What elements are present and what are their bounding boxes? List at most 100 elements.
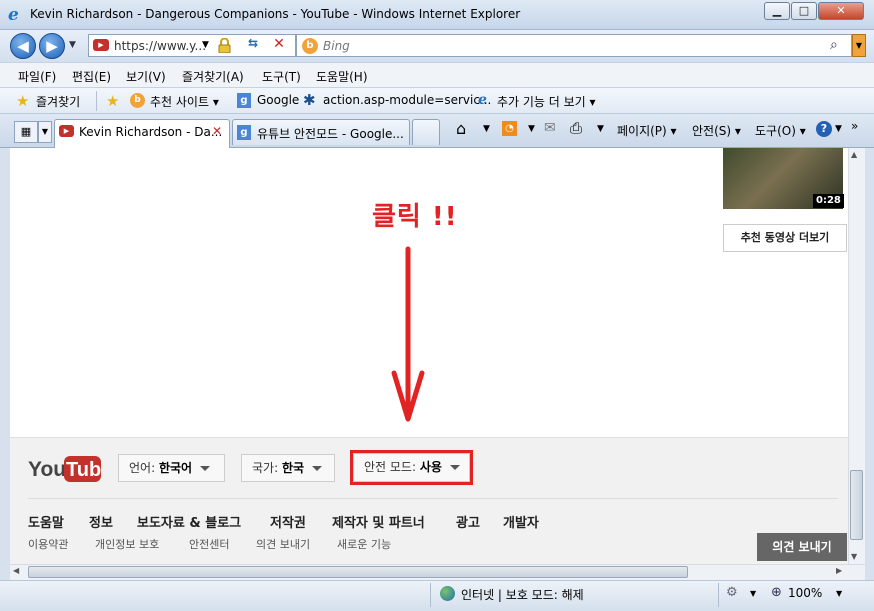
footer-link-developers[interactable]: 개발자: [503, 512, 539, 531]
security-dropdown-icon[interactable]: ▼: [750, 589, 756, 598]
language-dropdown[interactable]: 언어: 한국어: [118, 454, 225, 482]
search-options-icon[interactable]: ▼: [852, 34, 866, 57]
lock-icon[interactable]: [218, 38, 231, 53]
footer-link-advertising[interactable]: 광고: [456, 512, 480, 531]
menu-tools[interactable]: 도구(T): [262, 68, 301, 85]
google-favicon-icon: g: [237, 93, 251, 108]
quick-tabs-icon[interactable]: ▦: [14, 121, 38, 143]
vertical-scroll-thumb[interactable]: [850, 470, 863, 540]
zoom-icon[interactable]: ⊕: [771, 585, 782, 600]
compatibility-view-icon[interactable]: ⇆: [242, 36, 264, 55]
suggested-sites-icon: b: [130, 93, 145, 108]
window-frame-right: [865, 148, 874, 580]
google-link[interactable]: Google: [257, 93, 299, 107]
footer-divider: [28, 498, 838, 499]
footer-link-terms[interactable]: 이용약관: [28, 536, 68, 552]
status-bar: [0, 580, 874, 611]
action-link[interactable]: action.asp-module=servic...: [323, 93, 491, 107]
safety-menu[interactable]: 안전(S) ▾: [692, 122, 741, 139]
footer-link-whats-new[interactable]: 새로운 기능: [337, 536, 391, 552]
address-dropdown-icon[interactable]: ▼: [202, 40, 209, 50]
footer-link-feedback[interactable]: 의견 보내기: [256, 536, 310, 552]
tab-youtube-label: Kevin Richardson - Da...: [79, 125, 223, 139]
status-divider: [430, 583, 431, 607]
print-icon[interactable]: ⎙: [570, 119, 582, 137]
tools-menu[interactable]: 도구(O) ▾: [755, 122, 806, 139]
scroll-up-icon[interactable]: ▲: [851, 150, 857, 159]
tab-google[interactable]: 유튜브 안전모드 - Google...: [232, 119, 410, 145]
zoom-dropdown-icon[interactable]: ▼: [836, 589, 842, 598]
feedback-button[interactable]: 의견 보내기: [757, 533, 847, 561]
annotation-label: 클릭 !!: [372, 202, 458, 232]
home-dropdown-icon[interactable]: ▼: [483, 124, 490, 134]
annotation-highlight-box: [350, 450, 473, 485]
footer-link-press-blog[interactable]: 보도자료 & 블로그: [137, 512, 241, 531]
status-divider: [718, 583, 719, 607]
menu-favorites[interactable]: 즐겨찾기(A): [182, 68, 244, 85]
close-button[interactable]: ✕: [818, 2, 864, 20]
help-icon[interactable]: ?: [816, 121, 832, 137]
zoom-level[interactable]: 100%: [788, 586, 822, 600]
footer-link-copyright[interactable]: 저작권: [270, 512, 306, 531]
favorites-divider: [96, 91, 97, 111]
window-title: Kevin Richardson - Dangerous Companions …: [30, 7, 521, 21]
more-videos-button[interactable]: 추천 동영상 더보기: [723, 224, 847, 252]
tab-google-label: 유튜브 안전모드 - Google...: [257, 127, 404, 141]
google-tab-icon: g: [237, 125, 251, 140]
home-icon[interactable]: ⌂: [456, 119, 466, 138]
internet-zone-icon: [440, 586, 455, 601]
scroll-down-icon[interactable]: ▼: [851, 552, 857, 561]
horizontal-scroll-thumb[interactable]: [28, 566, 688, 578]
menu-file[interactable]: 파일(F): [18, 68, 56, 85]
annotation-arrow-icon: [391, 246, 425, 422]
youtube-tab-icon: ▶: [59, 125, 74, 137]
scroll-right-icon[interactable]: ▶: [836, 566, 842, 575]
search-box[interactable]: [296, 34, 852, 57]
menu-edit[interactable]: 편집(E): [72, 68, 111, 85]
youtube-logo-you: You: [28, 458, 66, 481]
feeds-icon[interactable]: ◔: [502, 121, 517, 136]
maximize-button[interactable]: □: [791, 2, 817, 20]
menu-view[interactable]: 보기(V): [126, 68, 166, 85]
ie-addons-icon: e: [478, 92, 487, 108]
search-icon[interactable]: ⌕: [830, 37, 838, 53]
menu-help[interactable]: 도움말(H): [316, 68, 368, 85]
youtube-logo-tube: Tube: [66, 459, 102, 481]
favorites-button[interactable]: 즐겨찾기: [36, 93, 80, 110]
footer-link-help[interactable]: 도움말: [28, 512, 64, 531]
more-addons-link[interactable]: 추가 기능 더 보기 ▾: [497, 93, 596, 110]
search-placeholder[interactable]: Bing: [323, 39, 350, 53]
video-duration: 0:28: [813, 194, 844, 208]
youtube-logo[interactable]: You Tube: [28, 454, 102, 484]
suggested-sites-link[interactable]: 추천 사이트 ▾: [150, 93, 219, 110]
forward-button[interactable]: ▶: [39, 33, 65, 59]
security-zone-text[interactable]: 인터넷 | 보호 모드: 해제: [461, 586, 584, 603]
country-dropdown[interactable]: 국가: 한국: [241, 454, 335, 482]
mail-icon[interactable]: ✉: [544, 120, 556, 136]
print-dropdown-icon[interactable]: ▼: [597, 124, 604, 134]
feeds-dropdown-icon[interactable]: ▼: [528, 124, 535, 134]
footer-link-privacy[interactable]: 개인정보 보호: [95, 536, 159, 552]
more-tools-icon[interactable]: »: [851, 119, 858, 133]
footer-link-about[interactable]: 정보: [89, 512, 113, 531]
close-tab-icon[interactable]: ✕: [212, 124, 222, 138]
footer-link-safety-center[interactable]: 안전센터: [189, 536, 229, 552]
address-url[interactable]: https://www.y...: [114, 39, 206, 53]
tab-youtube[interactable]: Kevin Richardson - Da...: [54, 119, 230, 148]
stop-icon[interactable]: ✕: [268, 36, 290, 55]
minimize-button[interactable]: ▁: [764, 2, 790, 20]
favorites-star-icon: ★: [16, 92, 30, 110]
scroll-left-icon[interactable]: ◀: [13, 566, 19, 575]
page-menu[interactable]: 페이지(P) ▾: [617, 122, 677, 139]
bing-icon: b: [302, 38, 318, 54]
recent-pages-icon[interactable]: ▼: [69, 40, 76, 50]
security-icon[interactable]: ⚙: [726, 585, 738, 600]
back-button[interactable]: ◀: [10, 33, 36, 59]
help-dropdown-icon[interactable]: ▼: [835, 124, 842, 134]
tab-list-icon[interactable]: ▼: [38, 121, 52, 143]
new-tab-button[interactable]: [412, 119, 440, 145]
add-favorite-icon[interactable]: ★: [106, 92, 119, 110]
ie-logo-icon: e: [8, 5, 19, 25]
footer-link-creators[interactable]: 제작자 및 파트너: [332, 512, 425, 531]
window-frame-left: [0, 148, 10, 580]
